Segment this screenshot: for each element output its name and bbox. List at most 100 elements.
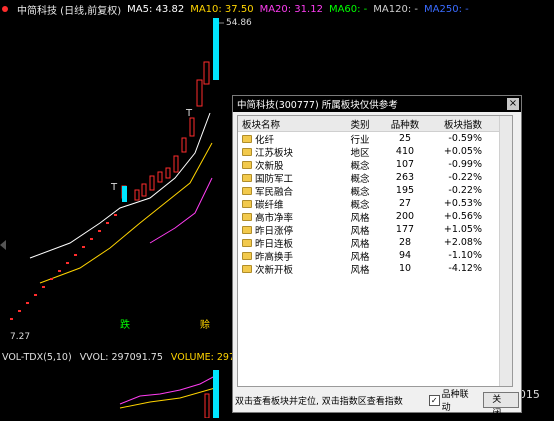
sector-count: 263 <box>395 172 415 183</box>
sector-category: 风格 <box>350 212 370 224</box>
folder-icon <box>242 160 252 169</box>
candle-up <box>157 171 163 183</box>
sector-index: +0.05% <box>443 146 482 157</box>
folder-icon <box>242 134 252 143</box>
sector-row[interactable]: 昨高换手 风格 94 -1.10% <box>238 249 512 263</box>
sector-count: 28 <box>398 237 412 248</box>
signal-marker-t: T <box>186 108 193 119</box>
sector-name: 国防军工 <box>255 173 294 185</box>
sector-index: -0.99% <box>448 159 482 170</box>
sector-name-cell: 国防军工 <box>238 171 338 185</box>
volume-bar <box>204 393 210 419</box>
sector-row[interactable]: 碳纤维 概念 27 +0.53% <box>238 197 512 211</box>
volume-indicator-name: VOL-TDX(5,10) <box>2 351 72 363</box>
ma250-value: MA250: - <box>424 3 469 15</box>
sector-count: 410 <box>395 146 415 157</box>
ma60-value: MA60: - <box>328 3 368 15</box>
sector-name: 昨日连板 <box>255 238 294 250</box>
sector-name-cell: 昨日连板 <box>238 236 338 250</box>
price-low-label: 7.27 <box>10 332 31 342</box>
dialog-title: 中简科技(300777) 所属板块仅供参考 <box>237 100 398 111</box>
column-header-name[interactable]: 板块名称 <box>238 117 338 131</box>
sector-name: 次新开板 <box>255 264 294 276</box>
sector-row[interactable]: 国防军工 概念 263 -0.22% <box>238 171 512 185</box>
sector-name: 军民融合 <box>255 186 294 198</box>
vvol-value: VVOL: 297091.75 <box>79 351 163 363</box>
linkage-checkbox[interactable]: ✓ 品种联动 <box>428 387 477 413</box>
sector-row[interactable]: 次新开板 风格 10 -4.12% <box>238 262 512 276</box>
sector-count: 195 <box>395 185 415 196</box>
sector-index: +0.56% <box>443 211 482 222</box>
signal-marker-down: 跌 <box>120 320 130 331</box>
candle-up <box>203 61 210 85</box>
folder-icon <box>242 225 252 234</box>
ma20-line <box>149 177 213 244</box>
volume-bar <box>213 370 219 418</box>
sector-row[interactable]: 军民融合 概念 195 -0.22% <box>238 184 512 198</box>
sector-count: 107 <box>395 159 415 170</box>
column-header-index[interactable]: 板块指数 <box>428 117 488 131</box>
sector-category: 概念 <box>350 186 370 198</box>
sector-category: 概念 <box>350 199 370 211</box>
sector-row[interactable]: 昨日连板 风格 28 +2.08% <box>238 236 512 250</box>
sector-name: 昨高换手 <box>255 251 294 263</box>
close-button[interactable]: 关闭 <box>483 392 519 419</box>
sector-name-cell: 江苏板块 <box>238 145 338 159</box>
linkage-label: 品种联动 <box>441 390 469 413</box>
sector-row[interactable]: 江苏板块 地区 410 +0.05% <box>238 145 512 159</box>
sector-row[interactable]: 高市净率 风格 200 +0.56% <box>238 210 512 224</box>
sector-dialog: 中简科技(300777) 所属板块仅供参考 × 板块名称 类别 品种数 板块指数… <box>232 95 522 419</box>
column-header-count[interactable]: 品种数 <box>382 117 428 131</box>
sector-name-cell: 碳纤维 <box>238 197 338 211</box>
candle-up <box>165 167 171 179</box>
candle-up <box>181 137 187 153</box>
sector-category: 风格 <box>350 225 370 237</box>
sector-index: -0.22% <box>448 185 482 196</box>
close-icon[interactable]: × <box>507 98 519 110</box>
sector-index: +1.05% <box>443 224 482 235</box>
sector-name: 化纤 <box>255 134 275 146</box>
sector-index: -1.10% <box>448 250 482 261</box>
sector-list[interactable]: 板块名称 类别 品种数 板块指数 化纤 行业 25 -0.59% 江苏板块 地区 410 +0… <box>237 115 513 387</box>
candle-up <box>149 175 155 191</box>
sector-count: 94 <box>398 250 412 261</box>
dialog-titlebar[interactable]: 中简科技(300777) 所属板块仅供参考 × <box>233 96 521 112</box>
ma10-value: MA10: 37.50 <box>190 3 254 15</box>
sector-name-cell: 昨日涨停 <box>238 223 338 237</box>
list-scrollbar[interactable] <box>499 116 512 386</box>
sector-count: 177 <box>395 224 415 235</box>
folder-icon <box>242 199 252 208</box>
sector-row[interactable]: 化纤 行业 25 -0.59% <box>238 132 512 146</box>
sector-name-cell: 化纤 <box>238 132 338 146</box>
sector-index: -0.22% <box>448 172 482 183</box>
sector-row[interactable]: 昨日涨停 风格 177 +1.05% <box>238 223 512 237</box>
ma-indicator-dot <box>2 6 8 12</box>
sector-count: 25 <box>398 133 412 144</box>
sector-name-cell: 次新开板 <box>238 262 338 276</box>
ma5-line <box>29 112 211 259</box>
sector-category: 风格 <box>350 251 370 263</box>
sector-category: 概念 <box>350 173 370 185</box>
sector-name-cell: 昨高换手 <box>238 249 338 263</box>
sector-index: -4.12% <box>448 263 482 274</box>
sector-category: 行业 <box>350 134 370 146</box>
sector-index: +0.53% <box>443 198 482 209</box>
column-header-category[interactable]: 类别 <box>338 117 382 131</box>
list-header: 板块名称 类别 品种数 板块指数 <box>238 116 512 132</box>
folder-icon <box>242 264 252 273</box>
sector-category: 风格 <box>350 264 370 276</box>
checkbox-icon[interactable]: ✓ <box>428 394 440 406</box>
candle-up <box>196 79 203 107</box>
folder-icon <box>242 212 252 221</box>
candle-up <box>173 155 179 173</box>
dialog-footer: 双击查看板块并定位, 双击指数区查看指数 ✓ 品种联动 关闭 <box>235 390 519 419</box>
footer-hint: 双击查看板块并定位, 双击指数区查看指数 <box>235 396 403 407</box>
scroll-left-icon[interactable] <box>0 240 6 250</box>
sector-row[interactable]: 次新股 概念 107 -0.99% <box>238 158 512 172</box>
sector-category: 概念 <box>350 160 370 172</box>
price-high-label: 54.86 <box>226 18 252 28</box>
candle-down <box>213 18 219 80</box>
folder-icon <box>242 173 252 182</box>
ma20-value: MA20: 31.12 <box>259 3 323 15</box>
sector-count: 200 <box>395 211 415 222</box>
